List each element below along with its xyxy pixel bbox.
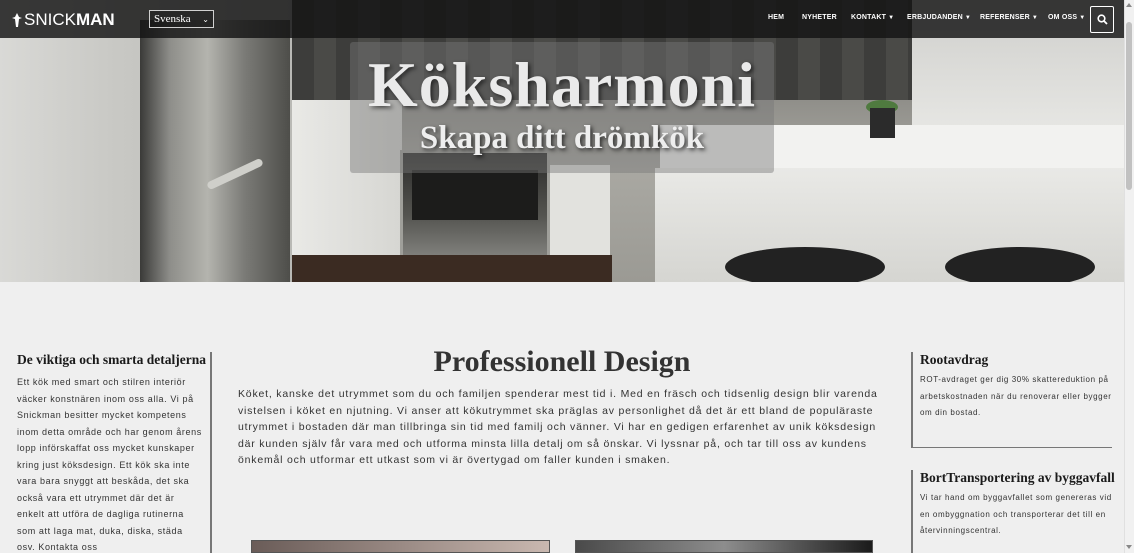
scroll-up-arrow-icon[interactable] — [1126, 3, 1132, 7]
info-card-title: Rootavdrag — [920, 352, 989, 367]
nav-item-label: HEM — [768, 14, 785, 21]
left-column-text: Ett kök med smart och stilren interiör v… — [17, 377, 202, 552]
nav-item-label: OM OSS — [1048, 14, 1078, 21]
search-button[interactable] — [1090, 6, 1114, 33]
nav-item-referenser[interactable]: REFERENSER ▼ — [980, 14, 1038, 21]
hero-fridge — [140, 20, 290, 282]
caret-down-icon: ▼ — [1031, 15, 1038, 21]
info-card-text: Vi tar hand om byggavfallet som generera… — [920, 493, 1112, 535]
logo-prefix: SNICK — [24, 10, 76, 29]
nav-item-nyheter[interactable]: NYHETER — [802, 14, 837, 21]
nav-item-om-oss[interactable]: OM OSS ▼ — [1048, 14, 1085, 21]
info-card-title: BortTransportering av byggavfall — [920, 470, 1115, 485]
caret-down-icon: ▼ — [888, 15, 895, 21]
gallery-image[interactable] — [575, 540, 873, 553]
nav-item-label: NYHETER — [802, 14, 837, 21]
logo-mark-icon — [12, 13, 22, 27]
main-title: Professionell Design — [433, 345, 691, 378]
info-card-bortransport: BortTransportering av byggavfall Vi tar … — [911, 470, 1115, 553]
nav-item-erbjudanden[interactable]: ERBJUDANDEN ▼ — [907, 14, 971, 21]
navbar: SNICKMAN Svenska ⌄ HEM NYHETER KONTAKT ▼ … — [0, 0, 1124, 38]
hero-subtitle: Skapa ditt drömkök — [419, 120, 705, 156]
hero-title: Köksharmoni — [368, 49, 756, 120]
left-column-title: De viktiga och smarta detaljerna — [17, 352, 206, 367]
nav-item-label: ERBJUDANDEN — [907, 14, 963, 21]
left-column: De viktiga och smarta detaljerna Ett kök… — [17, 352, 212, 553]
hero-banner: Köksharmoni Skapa ditt drömkök — [0, 0, 1124, 282]
caret-down-icon: ▼ — [1079, 15, 1086, 21]
caret-down-icon: ▼ — [964, 15, 972, 21]
language-select[interactable]: Svenska ⌄ — [149, 10, 214, 28]
gallery-image[interactable] — [251, 540, 550, 553]
nav-item-label: KONTAKT — [851, 14, 887, 21]
chevron-down-icon: ⌄ — [202, 14, 209, 24]
hero-oven-door — [412, 170, 538, 220]
site-logo[interactable]: SNICKMAN — [12, 10, 115, 30]
page: Köksharmoni Skapa ditt drömkök SNICKMAN … — [0, 0, 1134, 553]
nav-item-kontakt[interactable]: KONTAKT ▼ — [851, 14, 894, 21]
hero-stool — [725, 247, 885, 282]
info-card-text: ROT-avdraget ger dig 30% skattereduktion… — [920, 375, 1112, 417]
scroll-down-arrow-icon[interactable] — [1126, 545, 1132, 549]
hero-cabinet-2 — [550, 165, 610, 260]
logo-suffix: MAN — [75, 10, 115, 29]
nav-item-hem[interactable]: HEM — [768, 14, 784, 21]
hero-plant-pot — [870, 108, 895, 138]
main-text: Köket, kanske det utrymmet som du och fa… — [238, 388, 878, 466]
info-card-rotavdrag: Rootavdrag ROT-avdraget ger dig 30% skat… — [911, 352, 1112, 448]
hero-stool — [945, 247, 1095, 282]
nav-item-label: REFERENSER — [980, 14, 1030, 21]
search-icon — [1096, 14, 1108, 25]
hero-floor — [292, 255, 612, 282]
scrollbar-thumb[interactable] — [1126, 22, 1132, 190]
language-select-value: Svenska — [154, 13, 191, 25]
